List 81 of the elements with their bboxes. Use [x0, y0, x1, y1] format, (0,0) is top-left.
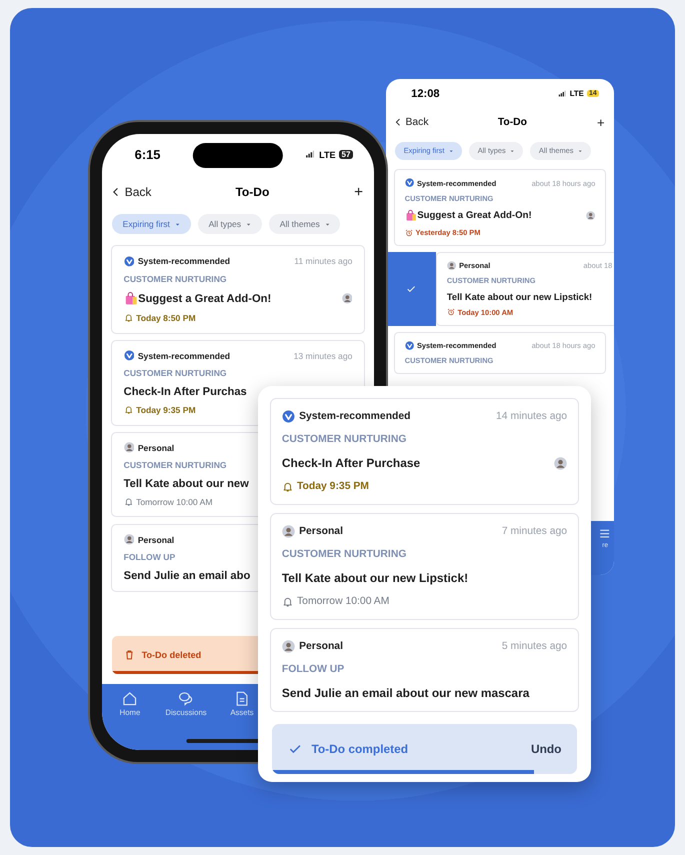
time-ago-label: 13 minutes ago [294, 350, 352, 361]
caret-icon [448, 148, 454, 154]
caret-icon [325, 222, 330, 227]
caret-icon [510, 148, 515, 154]
undo-button[interactable]: Undo [530, 742, 562, 756]
person-avatar-icon [282, 525, 295, 538]
clock-label: 6:15 [134, 147, 160, 162]
bell-icon [124, 497, 134, 507]
todo-title: Send Julie an email about our new mascara [282, 686, 530, 700]
caret-icon [578, 148, 582, 154]
source-label: Personal [299, 526, 343, 538]
category-label: CUSTOMER NURTURING [124, 368, 227, 378]
verified-badge-icon [404, 340, 414, 350]
todo-title: Check-In After Purchas [124, 386, 247, 398]
complete-action[interactable] [386, 252, 436, 326]
toast-message: To-Do completed [311, 742, 410, 756]
todo-title: Suggest a Great Add-On! [417, 210, 532, 222]
signal-icon [556, 90, 568, 98]
plus-icon [353, 186, 365, 198]
category-label: CUSTOMER NURTURING [124, 274, 227, 284]
add-button[interactable] [596, 118, 606, 128]
reminder-time: Tomorrow 10:00 AM [296, 596, 390, 608]
caret-icon [175, 222, 180, 227]
person-avatar-icon [282, 640, 295, 654]
verified-badge-icon [124, 350, 134, 362]
reminder-time: Today 9:35 PM [136, 405, 196, 416]
alarm-clock-icon [446, 308, 456, 317]
todo-title: Tell Kate about our new Lipstick! [446, 292, 592, 302]
bell-icon [124, 313, 134, 323]
filter-chip[interactable]: All types [198, 214, 262, 234]
check-icon [406, 284, 416, 294]
battery-indicator: 57 [338, 150, 354, 160]
trash-icon [124, 649, 134, 661]
screen-title: To-Do [235, 184, 270, 199]
document-icon [234, 690, 250, 706]
screen-title: To-Do [498, 117, 527, 128]
filter-chip[interactable]: All themes [269, 214, 340, 234]
source-label: Personal [299, 641, 343, 652]
reminder-time: Today 8:50 PM [136, 313, 196, 324]
chevron-left-icon [394, 117, 402, 128]
source-label: Personal [138, 442, 174, 453]
plus-icon [596, 118, 606, 128]
time-ago-label: 14 minutes ago [496, 411, 568, 422]
toast-message: To-Do deleted [142, 650, 202, 660]
bell-icon [282, 481, 294, 493]
todo-title: Send Julie an email abo [124, 570, 250, 582]
bell-icon [124, 405, 134, 415]
bell-icon [282, 596, 294, 608]
verified-badge-icon [404, 178, 414, 188]
reminder-time: Tomorrow 10:00 AM [136, 497, 212, 508]
todo-title: Tell Kate about our new [124, 478, 249, 490]
chat-bubbles-icon [178, 690, 194, 706]
network-label: LTE [319, 150, 336, 160]
source-label: System-recommended [138, 350, 230, 361]
time-ago-label: 11 minutes ago [294, 256, 352, 266]
signal-icon [304, 150, 316, 160]
verified-badge-icon [282, 410, 295, 424]
person-avatar-icon [124, 534, 134, 546]
todo-title: Suggest a Great Add-On! [138, 292, 272, 304]
filter-chip[interactable]: Expiring first [112, 214, 191, 234]
back-button[interactable]: Back [111, 184, 152, 199]
todo-card[interactable]: System-recommended 11 minutes ago CUSTOMER NURTURING Suggest a Great Add-On! Today 8:50 PM [111, 245, 365, 334]
todo-card[interactable]: Personal 7 minutes ago CUSTOMER NURTURING Tell Kate about our new Lipstick! Tomorrow 10:00 AM [270, 512, 579, 620]
time-ago-label: 7 minutes ago [502, 526, 568, 538]
todo-card[interactable]: System-recommended 14 minutes ago CUSTOMER NURTURING Check-In After Purchase Today 9:35 PM [270, 398, 579, 506]
category-label: FOLLOW UP [282, 664, 344, 675]
alarm-clock-icon [404, 228, 413, 237]
source-label: System-recommended [138, 256, 230, 266]
back-button[interactable]: Back [394, 117, 429, 128]
home-icon [122, 690, 138, 706]
clock-label: 12:08 [411, 88, 440, 100]
verified-badge-icon [124, 256, 134, 267]
person-avatar-icon [446, 260, 456, 270]
todo-card[interactable]: Personal 5 minutes ago FOLLOW UP Send Julie an email about our new mascara [270, 628, 579, 712]
source-label: Personal [138, 534, 174, 545]
person-avatar-icon [124, 442, 134, 454]
add-button[interactable] [353, 186, 365, 198]
category-label: CUSTOMER NURTURING [124, 460, 227, 470]
category-label: FOLLOW UP [124, 552, 176, 562]
time-ago-label: 5 minutes ago [502, 641, 568, 652]
caret-icon [246, 222, 252, 227]
